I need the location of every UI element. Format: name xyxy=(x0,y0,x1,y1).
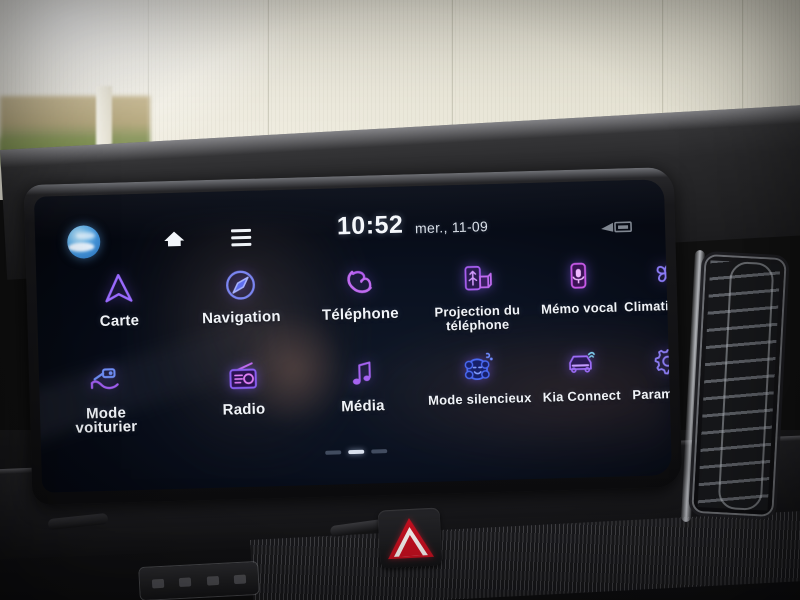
phone-usb-cast-icon xyxy=(456,258,497,299)
control-key[interactable] xyxy=(233,574,247,584)
control-key[interactable] xyxy=(179,576,192,587)
hazard-triangle-icon xyxy=(385,516,435,560)
app-label: Paramètres xyxy=(632,385,673,403)
radio-icon xyxy=(223,357,264,398)
globe-weather-icon[interactable] xyxy=(66,225,101,259)
app-label: Mode silencieux xyxy=(427,390,532,408)
app-label: Projection du téléphone xyxy=(434,302,521,334)
clock-time: 10:52 xyxy=(336,210,404,241)
page-dot-active[interactable] xyxy=(348,449,365,455)
music-note-icon xyxy=(342,353,383,394)
app-radio[interactable]: Radio xyxy=(191,356,297,419)
clock-date: mer., 11-09 xyxy=(414,218,489,237)
app-label: Navigation xyxy=(201,308,282,328)
app-label: Mémo vocal xyxy=(540,299,618,317)
app-projection-telephone[interactable]: Projection du téléphone xyxy=(424,257,530,334)
voice-recorder-icon xyxy=(558,255,599,296)
app-label: Média xyxy=(340,397,385,416)
home-icon[interactable] xyxy=(163,229,186,250)
app-grid: Carte Navigation Téléphone Projection du… xyxy=(36,252,673,461)
app-label: Kia Connect xyxy=(542,387,621,405)
compass-icon xyxy=(220,265,261,306)
page-dot[interactable] xyxy=(371,449,388,454)
infotainment-screen[interactable]: 10:52 mer., 11-09 Carte Navigation Télép… xyxy=(33,179,673,493)
app-telephone[interactable]: Téléphone xyxy=(307,260,413,324)
app-label: Carte xyxy=(99,311,140,331)
sleeping-sheep-icon xyxy=(458,346,499,387)
app-mode-silencieux[interactable]: Mode silencieux xyxy=(426,345,532,408)
media-status-icon xyxy=(600,220,632,234)
app-label: Téléphone xyxy=(321,304,400,324)
app-label: Climatisation xyxy=(623,297,673,315)
key-in-hand-icon xyxy=(85,360,126,401)
app-label: Radio xyxy=(222,400,266,419)
phone-handset-icon xyxy=(339,261,380,302)
control-key[interactable] xyxy=(151,578,165,588)
app-media[interactable]: Média xyxy=(310,352,416,415)
app-parametres[interactable]: Paramètres xyxy=(615,340,673,403)
connected-car-icon xyxy=(560,343,601,384)
app-climatisation[interactable]: Climatisation xyxy=(613,252,673,315)
control-cluster[interactable] xyxy=(139,561,259,600)
control-key[interactable] xyxy=(206,575,219,586)
hamburger-menu-icon[interactable] xyxy=(230,228,252,247)
navigation-arrow-icon xyxy=(98,268,139,309)
photo-scene: 10:52 mer., 11-09 Carte Navigation Télép… xyxy=(0,0,800,600)
app-carte[interactable]: Carte xyxy=(66,267,172,330)
gear-icon xyxy=(647,341,673,382)
app-label: Mode voiturier xyxy=(75,404,138,437)
page-dot[interactable] xyxy=(325,450,342,455)
app-mode-voiturier[interactable]: Mode voiturier xyxy=(53,359,159,437)
app-navigation[interactable]: Navigation xyxy=(188,264,294,327)
hazard-warning-button[interactable] xyxy=(377,507,443,569)
